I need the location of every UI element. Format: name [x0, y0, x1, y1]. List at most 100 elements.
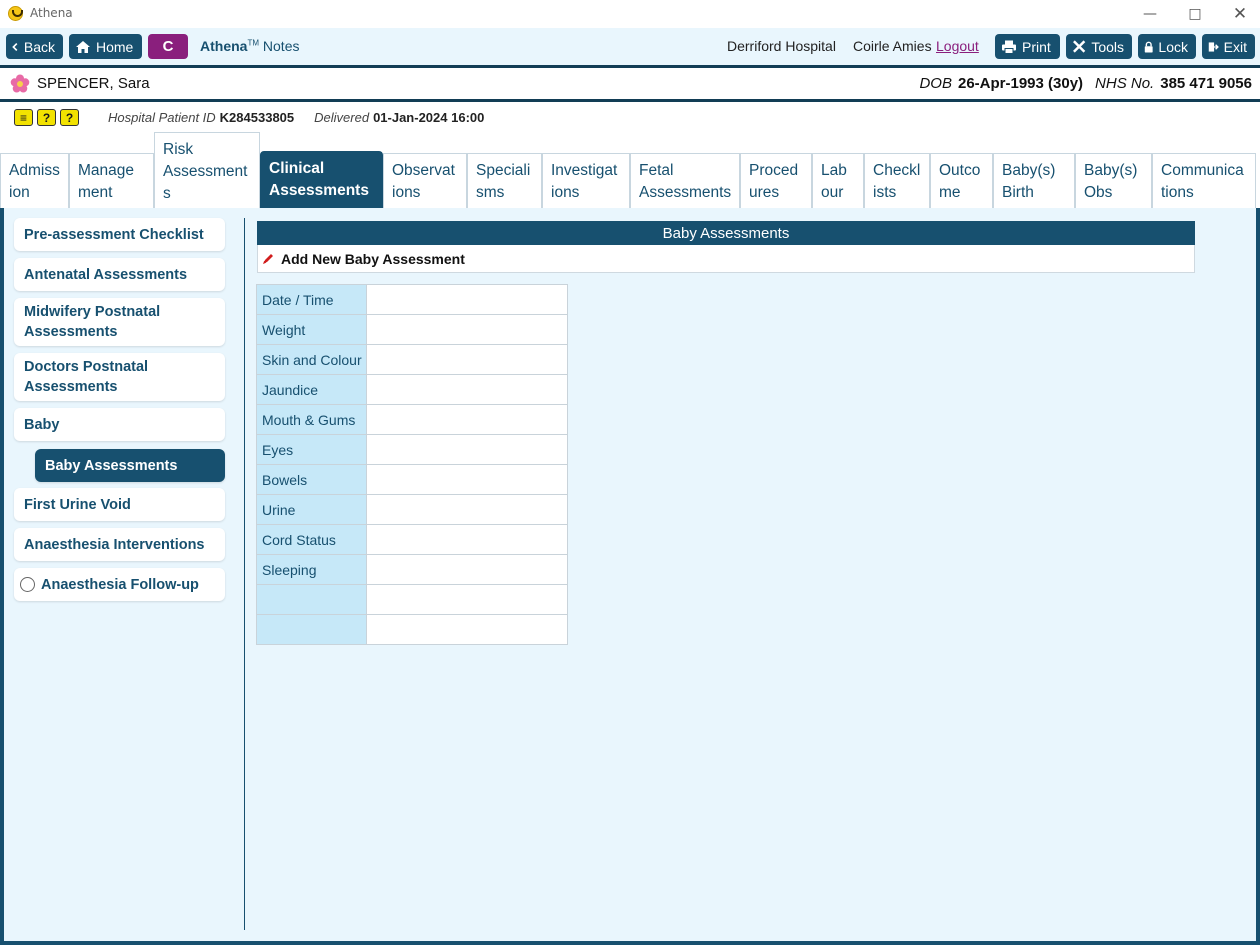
radio-icon	[20, 577, 35, 592]
tab-risk-assessments[interactable]: Risk Assessment s	[154, 132, 260, 208]
add-baby-assessment-button[interactable]: Add New Baby Assessment	[257, 245, 1195, 273]
row-label	[256, 584, 367, 615]
value-cell[interactable]	[365, 404, 569, 435]
question-alert-icon[interactable]: ?	[60, 109, 79, 126]
table-row: Sleeping	[256, 554, 569, 585]
row-label: Jaundice	[256, 374, 367, 405]
tab-procedures[interactable]: Proced ures	[740, 153, 812, 208]
nav-pre-assessment-checklist[interactable]: Pre-assessment Checklist	[14, 218, 225, 251]
exit-label: Exit	[1223, 38, 1247, 55]
nhs-label: NHS No.	[1095, 75, 1155, 92]
tab-label: Fetal	[639, 162, 674, 179]
tab-label: Assessment	[163, 163, 248, 180]
row-label: Eyes	[256, 434, 367, 465]
c-button[interactable]: C	[148, 34, 188, 59]
tab-outcome[interactable]: Outco me	[930, 153, 993, 208]
print-button[interactable]: Print	[995, 34, 1060, 59]
tab-label: Observat	[392, 162, 455, 179]
tab-label: ion	[9, 184, 30, 201]
value-cell[interactable]	[365, 584, 569, 615]
tools-label: Tools	[1091, 38, 1124, 55]
tab-specialisms[interactable]: Speciali sms	[467, 153, 542, 208]
table-row: Cord Status	[256, 524, 569, 555]
value-cell[interactable]	[365, 434, 569, 465]
value-cell[interactable]	[365, 494, 569, 525]
nav-first-urine-void[interactable]: First Urine Void	[14, 488, 225, 521]
tab-label: Lab	[821, 162, 847, 179]
user-name: Coirle Amies	[853, 38, 932, 54]
nav-antenatal-assessments[interactable]: Antenatal Assessments	[14, 258, 225, 291]
tab-investigations[interactable]: Investigat ions	[542, 153, 630, 208]
value-cell[interactable]	[365, 344, 569, 375]
nav-divider	[244, 218, 245, 930]
nav-label: Assessments	[24, 379, 118, 395]
nav-anaesthesia-interventions[interactable]: Anaesthesia Interventions	[14, 528, 225, 561]
value-cell[interactable]	[365, 464, 569, 495]
tab-observations[interactable]: Observat ions	[383, 153, 467, 208]
main-toolbar: Back Home C AthenaTM Notes Derriford Hos…	[0, 28, 1260, 68]
lock-label: Lock	[1158, 38, 1188, 55]
tab-clinical-assessments[interactable]: Clinical Assessments	[260, 151, 383, 208]
nav-label: Midwifery Postnatal	[24, 304, 161, 320]
tab-checklists[interactable]: Checkl ists	[864, 153, 930, 208]
nav-label: Anaesthesia Interventions	[24, 536, 205, 553]
delivered-label: Delivered	[314, 110, 370, 125]
tab-fetal-assessments[interactable]: Fetal Assessments	[630, 153, 740, 208]
tab-label: ment	[78, 184, 113, 201]
value-cell[interactable]	[365, 554, 569, 585]
value-cell[interactable]	[365, 314, 569, 345]
add-baby-assessment-label: Add New Baby Assessment	[281, 250, 465, 267]
value-cell[interactable]	[365, 524, 569, 555]
patient-demographics: DOB 26-Apr-1993 (30y) NHS No. 385 471 9056	[919, 75, 1252, 92]
tab-label: Checkl	[873, 162, 921, 179]
nav-doctors-postnatal[interactable]: Doctors Postnatal Assessments	[14, 353, 225, 401]
value-cell[interactable]	[365, 374, 569, 405]
tab-label: Baby(s)	[1002, 162, 1056, 179]
nav-midwifery-postnatal[interactable]: Midwifery Postnatal Assessments	[14, 298, 225, 346]
tab-label: ions	[551, 184, 580, 201]
tab-label: Proced	[749, 162, 799, 179]
list-alert-icon[interactable]: ≡	[14, 109, 33, 126]
table-row: Date / Time	[256, 284, 569, 315]
tools-button[interactable]: Tools	[1066, 34, 1132, 59]
tab-label: ures	[749, 184, 780, 201]
nav-baby-assessments[interactable]: Baby Assessments	[35, 449, 225, 482]
close-icon[interactable]: ✕	[1217, 0, 1260, 28]
tab-label: Assessments	[269, 182, 369, 199]
tab-label: Birth	[1002, 184, 1034, 201]
minimize-icon[interactable]: —	[1127, 0, 1173, 28]
tab-labour[interactable]: Lab our	[812, 153, 864, 208]
nav-label: Pre-assessment Checklist	[24, 226, 204, 243]
nav-label: Doctors Postnatal	[24, 359, 149, 375]
home-button[interactable]: Home	[69, 34, 142, 59]
window-title: Athena	[30, 6, 73, 20]
nhs-value: 385 471 9056	[1160, 75, 1252, 92]
patient-id-line: Hospital Patient ID K284533805 Delivered 01…	[108, 110, 504, 125]
tab-babys-obs[interactable]: Baby(s) Obs	[1075, 153, 1152, 208]
row-label: Mouth & Gums	[256, 404, 367, 435]
value-cell[interactable]	[365, 614, 569, 645]
tab-babys-birth[interactable]: Baby(s) Birth	[993, 153, 1075, 208]
nav-anaesthesia-follow-up[interactable]: Anaesthesia Follow-up	[14, 568, 225, 601]
table-row: Skin and Colour	[256, 344, 569, 375]
back-button[interactable]: Back	[6, 34, 63, 59]
tab-communications[interactable]: Communica tions	[1152, 153, 1256, 208]
home-label: Home	[96, 38, 134, 55]
exit-button[interactable]: Exit	[1202, 34, 1255, 59]
row-label	[256, 614, 367, 645]
lock-button[interactable]: Lock	[1138, 34, 1196, 59]
tab-admission[interactable]: Admiss ion	[0, 153, 69, 208]
dob-label: DOB	[919, 75, 952, 92]
question-alert-icon[interactable]: ?	[37, 109, 56, 126]
window-titlebar: Athena — □ ✕	[0, 0, 1260, 28]
tab-management[interactable]: Manage ment	[69, 153, 154, 208]
alert-badges: ≡ ? ?	[14, 109, 79, 126]
panel-title: Baby Assessments	[257, 221, 1195, 245]
logout-link[interactable]: Logout	[936, 38, 979, 54]
back-label: Back	[23, 38, 55, 55]
exit-icon	[1208, 41, 1219, 52]
nav-baby[interactable]: Baby	[14, 408, 225, 441]
maximize-icon[interactable]: □	[1172, 0, 1218, 28]
app-tm: TM	[247, 38, 260, 48]
value-cell[interactable]	[365, 284, 569, 315]
